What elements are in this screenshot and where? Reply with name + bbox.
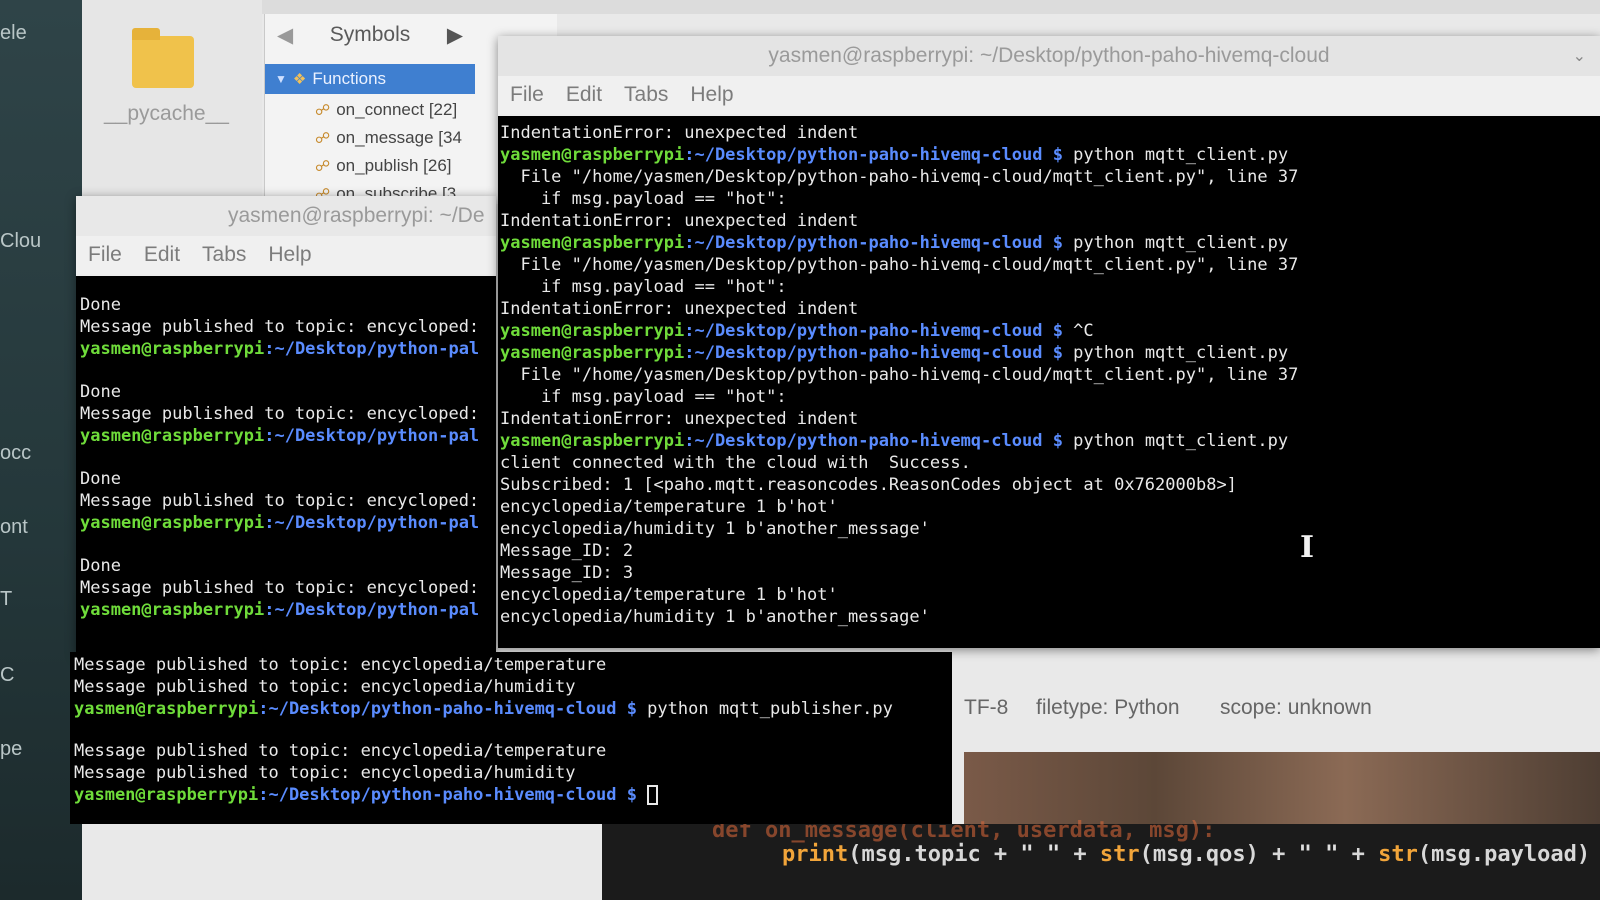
menu-tabs[interactable]: Tabs xyxy=(202,243,246,267)
menu-help[interactable]: Help xyxy=(268,243,311,267)
output-line: Message published to topic: encycloped: xyxy=(80,317,480,337)
terminal-titlebar[interactable]: yasmen@raspberrypi: ~/Desktop/python-pah… xyxy=(498,36,1600,76)
output-line: encyclopedia/humidity 1 b'another_messag… xyxy=(500,607,930,627)
chevron-down-icon[interactable]: ⌄ xyxy=(1573,46,1586,66)
terminal-window-client: yasmen@raspberrypi: ~/Desktop/python-pah… xyxy=(498,36,1600,648)
terminal-titlebar[interactable]: yasmen@raspberrypi: ~/De xyxy=(76,196,496,236)
traceback-line: File "/home/yasmen/Desktop/python-paho-h… xyxy=(500,167,1299,187)
expand-triangle-icon[interactable]: ▼ xyxy=(275,72,287,86)
symbol-label: on_publish [26] xyxy=(336,156,452,175)
prompt-line: yasmen@raspberrypi:~/Desktop/python-pal xyxy=(80,339,480,359)
prompt-line: yasmen@raspberrypi:~/Desktop/python-pal xyxy=(80,513,480,533)
code-line: print(msg.topic + " " + str(msg.qos) + "… xyxy=(782,842,1591,867)
output-line: Message_ID: 3 xyxy=(500,563,634,583)
output-line: Done xyxy=(80,556,121,576)
symbols-tab[interactable]: Symbols xyxy=(330,23,411,47)
symbol-item[interactable]: ☍ on_publish [26] xyxy=(315,156,452,176)
functions-icon: ❖ xyxy=(292,71,307,88)
output-line: encyclopedia/humidity 1 b'another_messag… xyxy=(500,519,930,539)
terminal-menubar: File Edit Tabs Help xyxy=(76,236,496,274)
traceback-code-line: if msg.payload == "hot": xyxy=(500,387,787,407)
output-line: Subscribed: 1 [<paho.mqtt.reasoncodes.Re… xyxy=(500,475,1237,495)
desktop-fragment: ont xyxy=(0,516,28,538)
output-line: encyclopedia/temperature 1 b'hot' xyxy=(500,497,838,517)
code-editor-area[interactable]: def on_message(client, userdata, msg): p… xyxy=(602,818,1600,900)
error-line: IndentationError: unexpected indent xyxy=(500,299,859,319)
prompt-line: yasmen@raspberrypi:~/Desktop/python-pal xyxy=(80,600,480,620)
menu-edit[interactable]: Edit xyxy=(144,243,180,267)
prompt-line: yasmen@raspberrypi:~/Desktop/python-pal xyxy=(80,426,480,446)
terminal-output[interactable]: IndentationError: unexpected indent yasm… xyxy=(498,116,1600,648)
desktop-fragment: Clou xyxy=(0,230,42,252)
error-line: IndentationError: unexpected indent xyxy=(500,409,859,429)
output-line: Message published to topic: encycloped: xyxy=(80,578,480,598)
menu-file[interactable]: File xyxy=(88,243,122,267)
output-line: encyclopedia/temperature 1 b'hot' xyxy=(500,585,838,605)
terminal-output[interactable]: Done Message published to topic: encyclo… xyxy=(76,276,496,656)
symbols-tab-header: ◀ Symbols ▶ xyxy=(265,14,475,56)
text-cursor-ibeam-icon: I xyxy=(1300,530,1315,565)
output-line: Message published to topic: encyclopedia… xyxy=(74,741,607,761)
desktop-wallpaper xyxy=(964,752,1600,824)
output-line: client connected with the cloud with Suc… xyxy=(500,453,971,473)
status-encoding: TF-8 xyxy=(964,696,1009,719)
menu-edit[interactable]: Edit xyxy=(566,83,602,107)
output-line: Message_ID: 2 xyxy=(500,541,634,561)
error-line: IndentationError: unexpected indent xyxy=(500,123,859,143)
traceback-code-line: if msg.payload == "hot": xyxy=(500,189,787,209)
function-icon: ☍ xyxy=(315,158,331,175)
menu-file[interactable]: File xyxy=(510,83,544,107)
prompt-line: yasmen@raspberrypi:~/Desktop/python-paho… xyxy=(500,145,1289,165)
desktop-fragment: pe xyxy=(0,738,23,760)
output-line: Message published to topic: encycloped: xyxy=(80,491,480,511)
error-line: IndentationError: unexpected indent xyxy=(500,211,859,231)
terminal-window-publisher: yasmen@raspberrypi: ~/De File Edit Tabs … xyxy=(76,196,496,656)
terminal-output[interactable]: Message published to topic: encyclopedia… xyxy=(70,652,952,824)
output-line: Done xyxy=(80,295,121,315)
file-browser-pane: __pycache__ xyxy=(82,0,262,200)
traceback-code-line: if msg.payload == "hot": xyxy=(500,277,787,297)
functions-tree-node[interactable]: ▼ ❖ Functions xyxy=(265,64,475,94)
chevron-left-icon[interactable]: ◀ xyxy=(277,23,293,48)
symbol-label: on_message [34 xyxy=(336,128,462,147)
symbol-item[interactable]: ☍ on_message [34 xyxy=(315,128,462,148)
status-scope: scope: unknown xyxy=(1220,696,1372,719)
menu-tabs[interactable]: Tabs xyxy=(624,83,668,107)
traceback-line: File "/home/yasmen/Desktop/python-paho-h… xyxy=(500,255,1299,275)
output-line: Message published to topic: encyclopedia… xyxy=(74,655,607,675)
menu-help[interactable]: Help xyxy=(690,83,733,107)
output-line: Done xyxy=(80,469,121,489)
editor-toolbar xyxy=(82,0,1600,14)
desktop-fragment: occ xyxy=(0,442,32,464)
output-line: Message published to topic: encycloped: xyxy=(80,404,480,424)
function-icon: ☍ xyxy=(315,102,331,119)
desktop-fragment: T xyxy=(0,588,13,610)
terminal-publisher-lower: Message published to topic: encyclopedia… xyxy=(70,652,952,824)
window-title: yasmen@raspberrypi: ~/Desktop/python-pah… xyxy=(768,44,1330,67)
output-line: Message published to topic: encyclopedia… xyxy=(74,677,576,697)
output-line: Message published to topic: encyclopedia… xyxy=(74,763,576,783)
editor-status-bar: TF-8 filetype: Python scope: unknown xyxy=(964,668,1600,752)
prompt-line: yasmen@raspberrypi:~/Desktop/python-paho… xyxy=(500,431,1289,451)
desktop-fragment: ele xyxy=(0,22,27,44)
status-filetype: filetype: Python xyxy=(1036,696,1180,719)
folder-label[interactable]: __pycache__ xyxy=(104,102,229,126)
prompt-line: yasmen@raspberrypi:~/Desktop/python-paho… xyxy=(500,343,1289,363)
traceback-line: File "/home/yasmen/Desktop/python-paho-h… xyxy=(500,365,1299,385)
text-cursor xyxy=(647,785,659,805)
function-icon: ☍ xyxy=(315,130,331,147)
desktop-fragment: C xyxy=(0,664,15,686)
functions-label: Functions xyxy=(312,69,387,88)
prompt-line: yasmen@raspberrypi:~/Desktop/python-paho… xyxy=(500,321,1094,341)
chevron-right-icon[interactable]: ▶ xyxy=(447,23,463,48)
prompt-line: yasmen@raspberrypi:~/Desktop/python-paho… xyxy=(500,233,1289,253)
prompt-line: yasmen@raspberrypi:~/Desktop/python-paho… xyxy=(74,699,893,719)
symbol-item[interactable]: ☍ on_connect [22] xyxy=(315,100,457,120)
prompt-line: yasmen@raspberrypi:~/Desktop/python-paho… xyxy=(74,784,952,806)
folder-icon[interactable] xyxy=(132,28,194,88)
window-title: yasmen@raspberrypi: ~/De xyxy=(228,204,485,227)
output-line: Done xyxy=(80,382,121,402)
terminal-menubar: File Edit Tabs Help xyxy=(498,76,1600,114)
symbol-label: on_connect [22] xyxy=(336,100,458,119)
